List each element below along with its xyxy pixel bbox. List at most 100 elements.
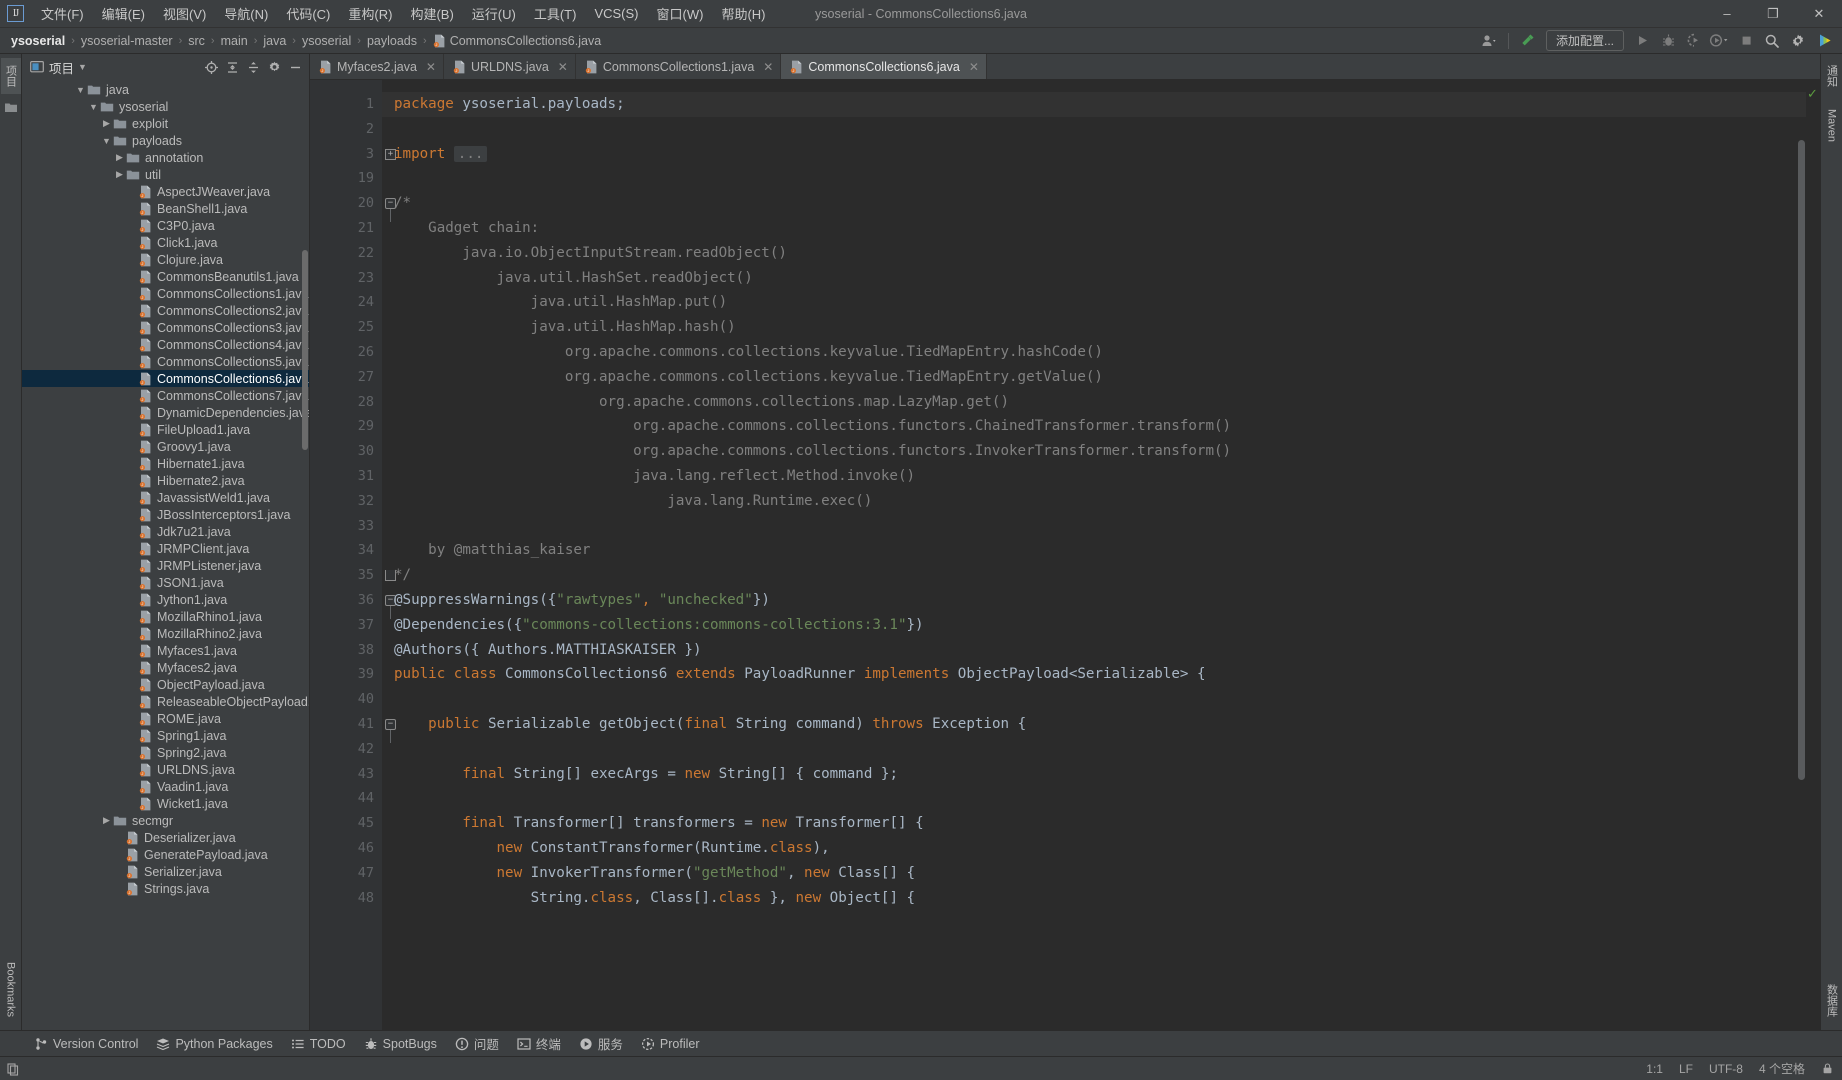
code-line[interactable] xyxy=(394,737,1806,762)
tree-row[interactable]: J DynamicDependencies.java xyxy=(22,404,309,421)
tree-row[interactable]: ▼ payloads xyxy=(22,132,309,149)
line-number[interactable]: 2 xyxy=(310,117,382,142)
tree-row[interactable]: J Hibernate1.java xyxy=(22,455,309,472)
tree-row[interactable]: J CommonsCollections7.java xyxy=(22,387,309,404)
editor-tab[interactable]: J CommonsCollections6.java ✕ xyxy=(781,54,987,79)
line-number[interactable]: 48 xyxy=(310,886,382,911)
code-line[interactable]: final String[] execArgs = new String[] {… xyxy=(394,762,1806,787)
code-line[interactable]: org.apache.commons.collections.keyvalue.… xyxy=(394,340,1806,365)
code-line[interactable] xyxy=(394,786,1806,811)
tool-window-button[interactable]: 服务 xyxy=(571,1031,631,1056)
code-editor[interactable]: 1 2 3 +19 20−21 22 23 24 25 26 27 28 29 30 31 32 33 34 35 3… xyxy=(310,80,1820,1030)
tree-row[interactable]: J Myfaces1.java xyxy=(22,642,309,659)
close-tab-icon[interactable]: ✕ xyxy=(763,60,773,74)
tree-row[interactable]: J ReleaseableObjectPayload.java xyxy=(22,693,309,710)
code-content[interactable]: package ysoserial.payloads; import ... /… xyxy=(382,80,1806,1030)
tree-row[interactable]: J MozillaRhino1.java xyxy=(22,608,309,625)
tree-row-selected[interactable]: J CommonsCollections6.java xyxy=(22,370,309,387)
chevron-right-icon[interactable]: ▶ xyxy=(100,815,113,826)
line-number[interactable]: 21 xyxy=(310,216,382,241)
line-number[interactable]: 46 xyxy=(310,836,382,861)
user-account-icon[interactable] xyxy=(1477,30,1501,52)
editor-tab[interactable]: J CommonsCollections1.java ✕ xyxy=(576,54,782,79)
scroll-from-source-icon[interactable] xyxy=(201,57,221,77)
tree-row[interactable]: J Jdk7u21.java xyxy=(22,523,309,540)
menu-build[interactable]: 构建(B) xyxy=(401,0,462,27)
sidebar-item-maven[interactable]: Maven xyxy=(1824,102,1840,149)
code-line[interactable]: @Dependencies({"commons-collections:comm… xyxy=(394,613,1806,638)
code-line[interactable]: */ xyxy=(394,563,1806,588)
line-number[interactable]: 35 xyxy=(310,563,396,588)
menu-vcs[interactable]: VCS(S) xyxy=(585,2,647,25)
tree-row[interactable]: J GeneratePayload.java xyxy=(22,846,309,863)
search-icon[interactable] xyxy=(1760,30,1784,52)
menu-window[interactable]: 窗口(W) xyxy=(648,0,713,27)
code-line[interactable]: import ... xyxy=(394,142,1806,167)
code-line[interactable]: org.apache.commons.collections.keyvalue.… xyxy=(394,365,1806,390)
tree-row[interactable]: J JRMPClient.java xyxy=(22,540,309,557)
breadcrumb-item-main[interactable]: main xyxy=(218,33,251,49)
code-line[interactable]: new InvokerTransformer("getMethod", new … xyxy=(394,861,1806,886)
tool-window-button[interactable]: Profiler xyxy=(633,1034,708,1054)
run-button[interactable] xyxy=(1630,30,1654,52)
tree-row[interactable]: J Groovy1.java xyxy=(22,438,309,455)
tree-row[interactable]: J AspectJWeaver.java xyxy=(22,183,309,200)
line-number[interactable]: 30 xyxy=(310,439,382,464)
tree-row[interactable]: J URLDNS.java xyxy=(22,761,309,778)
line-number[interactable]: 43 xyxy=(310,762,382,787)
breadcrumb-item-ysoserial[interactable]: ysoserial xyxy=(299,33,354,49)
tree-row[interactable]: J CommonsCollections3.java xyxy=(22,319,309,336)
code-line[interactable]: java.util.HashMap.hash() xyxy=(394,315,1806,340)
tree-row[interactable]: ▶ util xyxy=(22,166,309,183)
chevron-right-icon[interactable]: ▶ xyxy=(113,152,126,163)
menu-view[interactable]: 视图(V) xyxy=(154,0,215,27)
tree-row[interactable]: J C3P0.java xyxy=(22,217,309,234)
caret-position[interactable]: 1:1 xyxy=(1646,1062,1663,1076)
tree-row[interactable]: J Serializer.java xyxy=(22,863,309,880)
tree-row[interactable]: J Wicket1.java xyxy=(22,795,309,812)
status-left-icon[interactable] xyxy=(6,1062,20,1076)
code-line[interactable]: java.lang.reflect.Method.invoke() xyxy=(394,464,1806,489)
tool-window-button[interactable]: 终端 xyxy=(509,1031,569,1056)
tree-row[interactable]: J Spring2.java xyxy=(22,744,309,761)
tree-row[interactable]: J Hibernate2.java xyxy=(22,472,309,489)
code-line[interactable]: public Serializable getObject(final Stri… xyxy=(394,712,1806,737)
tool-window-button[interactable]: Version Control xyxy=(26,1034,146,1054)
line-number[interactable]: 27 xyxy=(310,365,382,390)
chevron-down-icon[interactable]: ▼ xyxy=(100,136,113,146)
breadcrumb-item-java[interactable]: java xyxy=(260,33,289,49)
code-line[interactable]: String.class, Class[].class }, new Objec… xyxy=(394,886,1806,911)
close-button[interactable]: ✕ xyxy=(1796,0,1842,27)
sidebar-item-database[interactable]: 数据库 xyxy=(1822,977,1842,1030)
tree-row[interactable]: J MozillaRhino2.java xyxy=(22,625,309,642)
code-line[interactable]: by @matthias_kaiser xyxy=(394,538,1806,563)
project-tree-scrollbar[interactable] xyxy=(302,250,308,450)
line-number[interactable]: 38 xyxy=(310,638,382,663)
tree-row[interactable]: ▶ secmgr xyxy=(22,812,309,829)
tree-row[interactable]: J CommonsCollections5.java xyxy=(22,353,309,370)
menu-navigate[interactable]: 导航(N) xyxy=(215,0,277,27)
tree-row[interactable]: J JSON1.java xyxy=(22,574,309,591)
line-number[interactable]: 41− xyxy=(310,712,396,743)
profile-button[interactable] xyxy=(1708,30,1732,52)
code-line[interactable]: @SuppressWarnings({"rawtypes", "unchecke… xyxy=(394,588,1806,613)
line-number-gutter[interactable]: 1 2 3 +19 20−21 22 23 24 25 26 27 28 29 30 31 32 33 34 35 3… xyxy=(310,80,396,1030)
menu-code[interactable]: 代码(C) xyxy=(277,0,339,27)
line-number[interactable]: 20− xyxy=(310,191,396,222)
code-line[interactable]: Gadget chain: xyxy=(394,216,1806,241)
tree-row[interactable]: J CommonsCollections1.java xyxy=(22,285,309,302)
tree-row[interactable]: J CommonsCollections2.java xyxy=(22,302,309,319)
expand-all-icon[interactable] xyxy=(222,57,242,77)
code-line[interactable]: java.lang.Runtime.exec() xyxy=(394,489,1806,514)
tool-window-button[interactable]: TODO xyxy=(283,1034,354,1054)
menu-tools[interactable]: 工具(T) xyxy=(525,0,586,27)
chevron-down-icon[interactable]: ▼ xyxy=(78,62,87,72)
line-number[interactable]: 25 xyxy=(310,315,382,340)
tree-row[interactable]: ▼ java xyxy=(22,81,309,98)
line-number[interactable]: 34 xyxy=(310,538,382,563)
code-line[interactable]: org.apache.commons.collections.map.LazyM… xyxy=(394,390,1806,415)
build-hammer-icon[interactable] xyxy=(1516,30,1540,52)
tool-window-button[interactable]: 问题 xyxy=(447,1031,507,1056)
tree-row[interactable]: J ObjectPayload.java xyxy=(22,676,309,693)
menu-help[interactable]: 帮助(H) xyxy=(712,0,774,27)
